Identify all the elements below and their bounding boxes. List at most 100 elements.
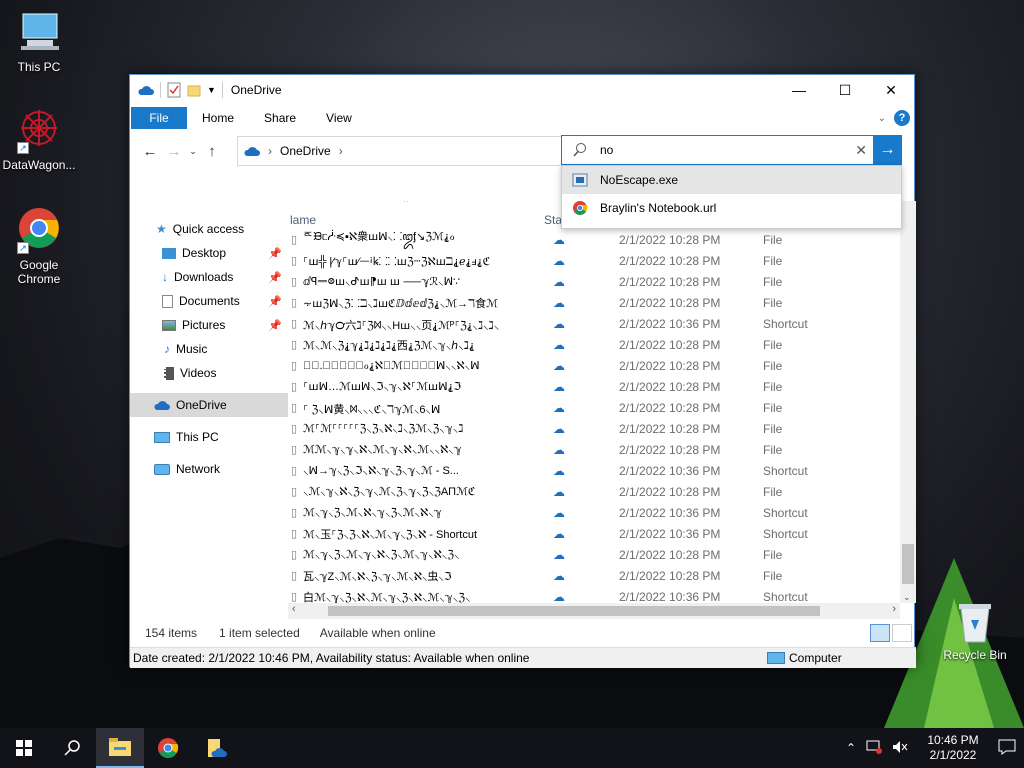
taskbar-chrome[interactable]: [144, 728, 192, 768]
vertical-scrollbar[interactable]: ⌄: [900, 201, 916, 603]
file-row[interactable]: ▯ ℳℳ⸜ℽ⸜ℽ⸜ℵ⸜ℳ⸜ℽ⸜ℵ⸜ℳ⸜⸜ℵ⸜ℽ ☁ 2/1/2022 10:28 PM…: [288, 439, 900, 460]
file-icon: ▯: [291, 402, 298, 414]
cloud-status-icon: ☁: [553, 547, 565, 562]
nav-label: Videos: [180, 366, 217, 380]
nav-pictures[interactable]: Pictures 📌: [130, 313, 288, 337]
sort-arrow-icon: ⌃: [402, 201, 410, 208]
file-row[interactable]: ▯ ⸟ꟺℨꟽ⸜ℨ⸬ℶ⸜ℷꟺℭⅅⅆⅇⅆℨ⸘⸜ℳ→ℸ食ℳ ☁ 2/1/2022 10:28…: [288, 292, 900, 313]
file-name: ⸀ꟺꟽ…ℳꟺꟽ⸜ℑ⸜ℽ⸜ℵ⸀ℳꟺꟽ⸘ℑ: [303, 381, 462, 393]
file-icon: ▯: [291, 276, 298, 288]
desktop-icon-datawagon[interactable]: ↗ DataWagon...: [1, 106, 77, 172]
tab-home[interactable]: Home: [187, 107, 249, 129]
nav-downloads[interactable]: ↓ Downloads 📌: [130, 265, 288, 289]
chevron-up-icon[interactable]: ⌃: [846, 741, 856, 755]
file-icon: ▯: [291, 423, 298, 435]
tab-file[interactable]: File: [131, 107, 187, 129]
cloud-status-icon: ☁: [553, 589, 565, 604]
file-row[interactable]: ▯ ℳ⸜ℽ⸜ℨ⸜ℳ⸜ℵ⸜ℽ⸜ℨ⸜ℳ⸜ℵ⸜ℽ ☁ 2/1/2022 10:36 PM Sh…: [288, 502, 900, 523]
properties-icon[interactable]: [167, 82, 181, 98]
file-row[interactable]: ▯ ⅆꟼᆖ᳂ꟺ⸜ᕷꟺ⁋ꟺ ꟺ ⸺ℽℛ⸜ꟽ∵ ☁ 2/1/2022 10:28 PM Fi…: [288, 271, 900, 292]
clear-search-icon[interactable]: ✕: [855, 142, 867, 159]
close-button[interactable]: ✕: [868, 75, 914, 105]
large-icons-view-icon[interactable]: [892, 624, 912, 642]
file-row[interactable]: ▯ ⸀ꟺꟽ…ℳꟺꟽ⸜ℑ⸜ℽ⸜ℵ⸀ℳꟺꟽ⸘ℑ ☁ 2/1/2022 10:28 PM Fi…: [288, 376, 900, 397]
availability-status: Available when online: [319, 626, 436, 640]
search-box[interactable]: ✕: [561, 135, 874, 165]
help-icon[interactable]: ?: [894, 110, 910, 126]
explorer-window: ▼ OneDrive — ☐ ✕ File Home Share View ⌄ …: [129, 74, 916, 668]
scroll-right-icon[interactable]: ›: [892, 603, 896, 615]
file-name: ℳ⸀ℳ⸀⸀⸀⸀⸀ℨ⸜ℨ⸜ℵ⸜ℷ⸜ℨℳ⸜ℨ⸜ℽ⸜ℷ: [303, 423, 464, 435]
notifications-icon[interactable]: [998, 739, 1016, 758]
taskbar-onedrive-folder[interactable]: [192, 728, 240, 768]
nav-network[interactable]: Network: [130, 457, 288, 481]
file-row[interactable]: ▯ ℳ⸜ℎℽ℺六ℷ⸀ℨᢂ⸜⸜Hꟺ⸜⸜页⸘ℳᴾ⸀ℨ⸘⸜ℷ⸜ℷ⸜ ☁ 2/1/2022 1…: [288, 313, 900, 334]
horizontal-scrollbar[interactable]: ‹ ›: [288, 603, 900, 619]
up-arrow-icon[interactable]: ↑: [200, 143, 224, 160]
nav-onedrive[interactable]: OneDrive: [130, 393, 288, 417]
maximize-button[interactable]: ☐: [822, 75, 868, 105]
file-icon: ▯: [291, 465, 298, 477]
scroll-thumb[interactable]: [328, 606, 820, 616]
file-row[interactable]: ▯ ℳ⸀ℳ⸀⸀⸀⸀⸀ℨ⸜ℨ⸜ℵ⸜ℷ⸜ℨℳ⸜ℨ⸜ℽ⸜ℷ ☁ 2/1/2022 10:28…: [288, 418, 900, 439]
nav-videos[interactable]: Videos: [130, 361, 288, 385]
expand-ribbon-icon[interactable]: ⌄: [878, 113, 886, 124]
volume-muted-icon[interactable]: [892, 740, 908, 757]
breadcrumb-separator-icon[interactable]: ›: [339, 144, 343, 158]
nav-quick-access[interactable]: ★ Quick access: [130, 217, 288, 241]
nav-documents[interactable]: Documents 📌: [130, 289, 288, 313]
file-row[interactable]: ▯ ⸜ℳ⸜ℽ⸜ℵ⸜ℨ⸜ℽ⸜ℳ⸜ℨ⸜ℽ⸜ℨ⸜ℨAΠℳℭ ☁ 2/1/2022 10:28…: [288, 481, 900, 502]
suggestion-item[interactable]: NoEscape.exe: [562, 166, 901, 194]
nav-desktop[interactable]: Desktop 📌: [130, 241, 288, 265]
start-button[interactable]: [0, 728, 48, 768]
recent-locations-icon[interactable]: ⌄: [186, 146, 200, 157]
clock[interactable]: 10:46 PM 2/1/2022: [918, 733, 988, 763]
forward-arrow-icon[interactable]: →: [162, 143, 186, 160]
recycle-bin-icon: [951, 600, 999, 644]
star-icon: ★: [156, 222, 167, 236]
file-row[interactable]: ▯ ⸜ꟽ→ℽ⸜ℨ⸜ℑ⸜ℵ⸜ℽ⸜ℨ⸜ℽ⸜ℳ - S... ☁ 2/1/2022 10:3…: [288, 460, 900, 481]
computer-icon: [154, 431, 170, 443]
file-icon: ▯: [291, 297, 298, 309]
minimize-button[interactable]: —: [776, 75, 822, 105]
file-row[interactable]: ▯ ⸀ꟺ╬ |⁄ℽ⸀ꟺ⁄ᅳꜟꝃ⸬⸬ꟺℨⵈℨℵꟺℶ⸘ℯ⸘ⅎ⸘ℭ ☁ 2/1/2022 1…: [288, 250, 900, 271]
tab-share[interactable]: Share: [249, 107, 311, 129]
file-date: 2/1/2022 10:28 PM: [619, 421, 721, 436]
file-date: 2/1/2022 10:28 PM: [619, 274, 721, 289]
file-icon: ▯: [291, 360, 298, 372]
file-row[interactable]: ▯ ꥦᙖᥴᓿ≼▪ℵ衆ꟺꟽ⸜⸬ꦈᶂ↘ℨℳ⸘ℴ ☁ 2/1/2022 10:28 PM Fi…: [288, 229, 900, 250]
scroll-left-icon[interactable]: ‹: [292, 603, 296, 615]
scroll-thumb[interactable]: [902, 544, 914, 584]
desktop-icon-chrome[interactable]: ↗ Google Chrome: [1, 206, 77, 286]
search-go-button[interactable]: →: [873, 135, 902, 165]
network-status-icon[interactable]: [866, 740, 882, 757]
cloud-status-icon: ☁: [553, 337, 565, 352]
qat-dropdown-icon[interactable]: ▼: [207, 85, 216, 95]
column-header-name[interactable]: lame: [290, 213, 316, 227]
file-row[interactable]: ▯ ℳ⸜ℽ⸜ℨ⸜ℳ⸜ℽ⸜ℵ⸜ℨ⸜ℳ⸜ℽ⸜ℵ⸜ℨ⸜ ☁ 2/1/2022 10:28 P…: [288, 544, 900, 565]
file-row[interactable]: ▯ ℳ⸜ℳ⸜ℨ⸘ℽ⸘ℷ⸘ℷ⸘ℷ⸘西⸘ℨℳ⸜ℽ⸜ℎ⸜ℷ⸘ ☁ 2/1/2022 10:2…: [288, 334, 900, 355]
file-name: ℳ⸜ℽ⸜ℨ⸜ℳ⸜ℽ⸜ℵ⸜ℨ⸜ℳ⸜ℽ⸜ℵ⸜ℨ⸜: [303, 549, 460, 561]
scroll-down-icon[interactable]: ⌄: [903, 592, 911, 603]
back-arrow-icon[interactable]: ←: [138, 143, 162, 160]
nav-music[interactable]: ♪ Music: [130, 337, 288, 361]
taskbar-file-explorer[interactable]: [96, 728, 144, 768]
breadcrumb-onedrive[interactable]: OneDrive: [280, 144, 331, 158]
file-row[interactable]: ▯ ⸀⸀.⸀⸀⸜ꦿ⸜ℴ⸘ℵ⸀ℳ⸜⸜⸜⸜ꟽ⸜⸜ℵ⸜ꟽ ☁ 2/1/2022 10:28 …: [288, 355, 900, 376]
desktop-icon-this-pc[interactable]: This PC: [1, 8, 77, 74]
file-row[interactable]: ▯ ⸀ ℨ⸜ꟽ黄⸜ᢂ⸜⸜⸜ℭ⸜ℸℽℳ⸜6⸜ꟽ ☁ 2/1/2022 10:28 PM F…: [288, 397, 900, 418]
details-view-icon[interactable]: [870, 624, 890, 642]
mandala-app-icon: ↗: [15, 106, 63, 154]
new-folder-icon[interactable]: [187, 83, 201, 97]
search-input[interactable]: [598, 142, 838, 158]
file-name: ⸜ℳ⸜ℽ⸜ℵ⸜ℨ⸜ℽ⸜ℳ⸜ℨ⸜ℽ⸜ℨ⸜ℨAΠℳℭ: [303, 486, 476, 498]
desktop-icon-recycle-bin[interactable]: Recycle Bin: [937, 600, 1013, 662]
suggestion-item[interactable]: Braylin's Notebook.url: [562, 194, 901, 222]
file-icon: ▯: [291, 507, 298, 519]
file-row[interactable]: ▯ ℳ⸜玉⸀ℨ⸜ℨ⸜ℵ⸜ℳ⸜ℽ⸜ℨ⸜ℵ - Shortcut ☁ 2/1/2022 1…: [288, 523, 900, 544]
nav-this-pc[interactable]: This PC: [130, 425, 288, 449]
file-row[interactable]: ▯ 瓦⸜ℽZ⸜ℳ⸜ℵ⸜ℨ⸜ℽ⸜ℳ⸜ℵ⸜虫⸜ℑ ☁ 2/1/2022 10:28 PM F…: [288, 565, 900, 586]
file-date: 2/1/2022 10:36 PM: [619, 316, 721, 331]
search-button[interactable]: [48, 728, 96, 768]
tab-view[interactable]: View: [311, 107, 367, 129]
